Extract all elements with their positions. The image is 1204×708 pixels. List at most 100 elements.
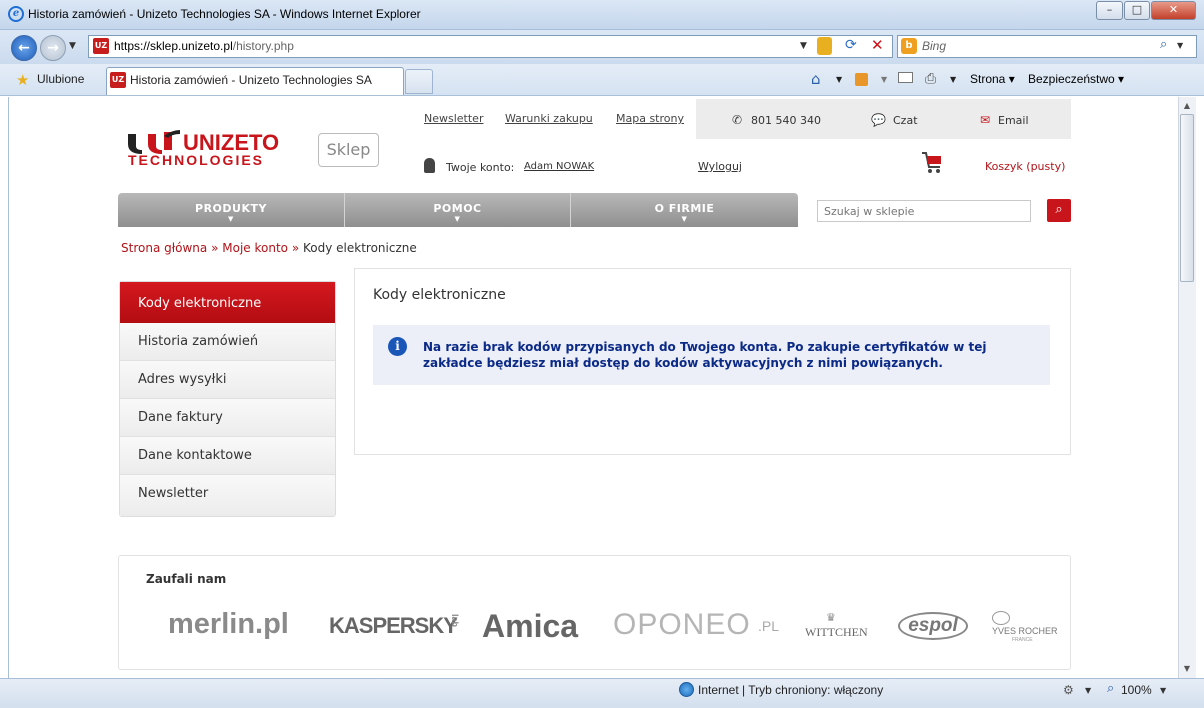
- chevron-down-icon: ▼: [228, 215, 234, 223]
- sidebar-item-order-history[interactable]: Historia zamówień: [120, 323, 335, 361]
- search-icon: ⌕: [1055, 202, 1063, 217]
- breadcrumb-separator: »: [211, 241, 219, 255]
- menu-item-help[interactable]: POMOC ▼: [345, 193, 570, 227]
- stop-icon[interactable]: ✕: [871, 36, 884, 54]
- search-icon[interactable]: ⌕: [1160, 37, 1167, 52]
- yves-rocher-emblem-icon: [992, 611, 1010, 625]
- site-favicon-icon: UZ: [93, 38, 109, 54]
- chevron-down-icon: ▼: [681, 215, 688, 223]
- email-icon[interactable]: ✉: [978, 113, 992, 127]
- newsletter-link[interactable]: Newsletter: [424, 112, 483, 125]
- home-icon[interactable]: ⌂: [811, 70, 821, 88]
- logout-link[interactable]: Wyloguj: [698, 160, 742, 173]
- refresh-icon[interactable]: ⟳: [845, 37, 857, 53]
- brand-logo-oponeo-domain: .PL: [758, 618, 780, 634]
- scroll-thumb[interactable]: [1180, 114, 1194, 282]
- menu-item-label: O FIRMIE: [654, 202, 715, 215]
- email-link[interactable]: Email: [998, 114, 1029, 127]
- menu-item-products[interactable]: PRODUKTY ▼: [118, 193, 344, 227]
- lock-icon[interactable]: [817, 37, 832, 55]
- shop-badge[interactable]: Sklep: [318, 133, 379, 167]
- address-path: /history.php: [232, 39, 294, 53]
- history-dropdown-icon[interactable]: ▼: [69, 41, 76, 51]
- cart-link[interactable]: Koszyk (pusty): [985, 160, 1065, 173]
- account-label: Twoje konto:: [446, 161, 515, 174]
- zoom-dropdown-icon[interactable]: ▼: [1160, 686, 1166, 695]
- forward-button[interactable]: →: [40, 35, 66, 61]
- brand-logo-yves-rocher-country: FRANCE: [1012, 637, 1033, 643]
- breadcrumb-home-link[interactable]: Strona główna: [121, 241, 207, 255]
- print-icon[interactable]: ⎙: [925, 71, 936, 87]
- favorites-button[interactable]: Ulubione: [37, 72, 84, 86]
- menu-item-company[interactable]: O FIRMIE ▼: [571, 193, 798, 227]
- terms-link[interactable]: Warunki zakupu: [505, 112, 593, 125]
- close-window-button[interactable]: ✕: [1151, 1, 1196, 20]
- minimize-button[interactable]: –: [1096, 1, 1123, 20]
- tab-title[interactable]: Historia zamówień - Unizeto Technologies…: [130, 73, 372, 87]
- back-button[interactable]: ←: [11, 35, 37, 61]
- chevron-down-icon: ▼: [454, 215, 461, 223]
- breadcrumb: Strona główna » Moje konto » Kody elektr…: [121, 241, 417, 255]
- brand-logo-kaspersky[interactable]: KASPERSKY: [329, 613, 458, 639]
- brand-logo-wittchen[interactable]: WITTCHEN: [805, 625, 868, 640]
- zone-dropdown-icon[interactable]: ▼: [1085, 686, 1091, 695]
- sidebar-item-newsletter[interactable]: Newsletter: [120, 475, 335, 516]
- rss-dropdown-icon[interactable]: ▼: [881, 75, 887, 84]
- maximize-button[interactable]: □: [1124, 1, 1150, 20]
- account-name-link[interactable]: Adam NOWAK: [524, 161, 594, 172]
- scroll-down-icon[interactable]: ▼: [1180, 662, 1194, 676]
- brand-logo-espol[interactable]: espol: [898, 612, 968, 640]
- breadcrumb-account-link[interactable]: Moje konto: [222, 241, 288, 255]
- sitemap-link[interactable]: Mapa strony: [616, 112, 684, 125]
- bing-icon: b: [901, 38, 917, 54]
- safety-menu-label: Bezpieczeństwo: [1028, 72, 1115, 86]
- mail-icon[interactable]: [898, 72, 913, 83]
- brand-logo-merlin[interactable]: merlin.pl: [168, 608, 289, 641]
- phone-number: 801 540 340: [751, 114, 821, 127]
- page-menu-button[interactable]: Strona ▾: [970, 72, 1015, 86]
- info-message-text: Na razie brak kodów przypisanych do Twoj…: [423, 340, 987, 370]
- logo-tagline[interactable]: TECHNOLOGIES: [128, 152, 264, 168]
- sidebar-item-contact-data[interactable]: Dane kontaktowe: [120, 437, 335, 475]
- brand-logo-yves-rocher[interactable]: YVES ROCHER: [992, 626, 1058, 636]
- sidebar-item-invoice-data[interactable]: Dane faktury: [120, 399, 335, 437]
- ie-logo-icon: e: [8, 6, 24, 22]
- rss-icon[interactable]: [855, 73, 868, 86]
- page-menu-label: Strona: [970, 72, 1006, 86]
- status-zone-text[interactable]: Internet | Tryb chroniony: włączony: [698, 683, 883, 697]
- new-tab-button[interactable]: [405, 69, 433, 94]
- sidebar-item-shipping-address[interactable]: Adres wysyłki: [120, 361, 335, 399]
- address-host: https://sklep.unizeto.pl: [114, 39, 233, 53]
- site-search-input[interactable]: [817, 200, 1031, 222]
- breadcrumb-current: Kody elektroniczne: [303, 241, 417, 255]
- zoom-level[interactable]: 100%: [1121, 683, 1152, 697]
- content-title: Kody elektroniczne: [373, 287, 506, 303]
- chat-link[interactable]: Czat: [893, 114, 918, 127]
- safety-menu-button[interactable]: Bezpieczeństwo ▾: [1028, 72, 1124, 86]
- tab-favicon-icon: UZ: [110, 72, 126, 88]
- brand-logo-amica[interactable]: Amica: [482, 608, 578, 645]
- status-bar: [0, 678, 1204, 708]
- brand-logo-oponeo[interactable]: OPONEO: [613, 608, 751, 642]
- scroll-up-icon[interactable]: ▲: [1180, 99, 1194, 113]
- window-title: Historia zamówień - Unizeto Technologies…: [28, 7, 421, 21]
- internet-zone-icon: [679, 682, 694, 697]
- home-dropdown-icon[interactable]: ▼: [836, 75, 842, 84]
- search-dropdown-icon[interactable]: ▼: [1177, 41, 1183, 50]
- info-icon: i: [388, 337, 407, 356]
- site-search-button[interactable]: ⌕: [1047, 199, 1071, 222]
- zoom-icon[interactable]: ⌕: [1107, 681, 1114, 696]
- favorites-star-icon[interactable]: ★: [16, 71, 29, 89]
- phone-icon: ✆: [731, 113, 743, 127]
- search-engine-label[interactable]: Bing: [922, 39, 946, 53]
- print-dropdown-icon[interactable]: ▼: [950, 75, 956, 84]
- sidebar-item-codes[interactable]: Kody elektroniczne: [120, 282, 335, 323]
- address-dropdown-icon[interactable]: ▼: [800, 41, 807, 51]
- trusted-title: Zaufali nam: [146, 572, 227, 586]
- wittchen-crown-icon: ♛: [826, 611, 836, 624]
- cart-icon[interactable]: [921, 150, 943, 176]
- protected-mode-icon[interactable]: ⚙: [1063, 683, 1074, 697]
- chat-icon[interactable]: 💬: [871, 113, 886, 127]
- menu-item-label: PRODUKTY: [195, 202, 267, 215]
- address-url[interactable]: https://sklep.unizeto.pl/history.php: [114, 39, 294, 53]
